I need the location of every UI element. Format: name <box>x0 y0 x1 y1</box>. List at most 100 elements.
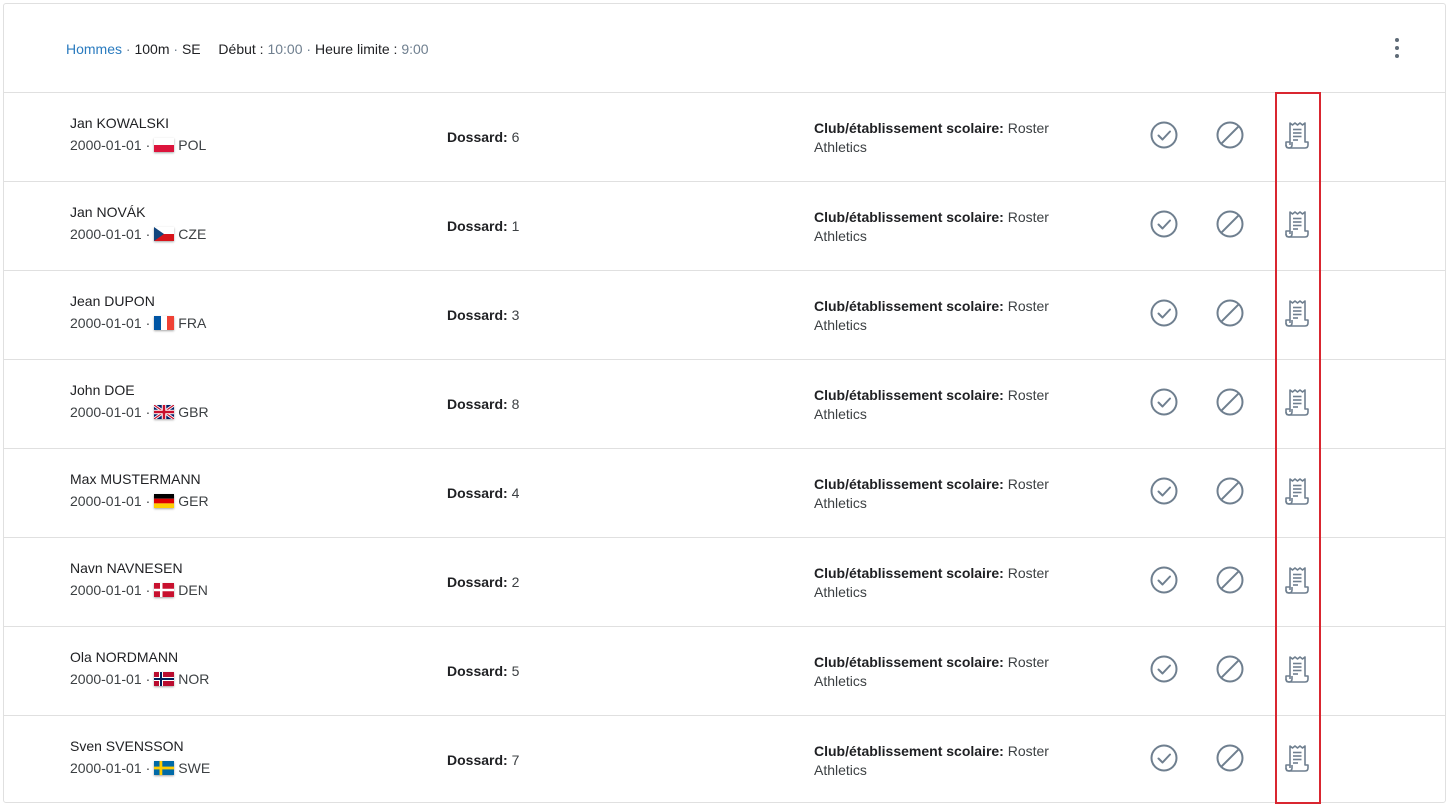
separator: · <box>145 582 151 598</box>
check-circle-icon[interactable] <box>1149 387 1179 417</box>
start-label: Début <box>218 41 256 57</box>
bib-value: 7 <box>511 752 520 768</box>
receipt-icon[interactable] <box>1282 564 1312 596</box>
athlete-dob: 2000-01-01 <box>70 760 142 776</box>
club-label: Club/établissement scolaire: <box>814 743 1004 759</box>
athlete-list: Jan KOWALSKI 2000-01-01 · POL Dossard: 6… <box>4 93 1445 805</box>
check-circle-icon[interactable] <box>1149 120 1179 150</box>
bib-label: Dossard: <box>447 129 508 145</box>
event-age-group: SE <box>181 41 201 57</box>
club-label: Club/établissement scolaire: <box>814 565 1004 581</box>
athlete-meta: 2000-01-01 · GER <box>70 492 209 510</box>
flag-den-icon <box>154 583 175 597</box>
bib-value: 2 <box>511 574 520 590</box>
athlete-row: John DOE 2000-01-01 · GBR Dossard: 8 Clu… <box>4 360 1445 449</box>
athlete-name: Navn NAVNESEN <box>70 560 183 576</box>
athlete-meta: 2000-01-01 · POL <box>70 136 206 154</box>
club-label: Club/établissement scolaire: <box>814 654 1004 670</box>
club-label: Club/établissement scolaire: <box>814 209 1004 225</box>
bib-number: Dossard: 3 <box>447 306 519 324</box>
club-info: Club/établissement scolaire: Roster Athl… <box>814 564 1084 602</box>
event-title: Hommes · 100m · SE Début : 10:00 · Heure… <box>66 40 429 58</box>
separator: · <box>122 41 135 57</box>
athlete-name: John DOE <box>70 382 135 398</box>
bib-value: 5 <box>511 663 520 679</box>
flag-swe-icon <box>154 761 175 775</box>
block-icon[interactable] <box>1215 120 1245 150</box>
athlete-country: DEN <box>178 582 208 598</box>
separator: · <box>145 760 151 776</box>
check-circle-icon[interactable] <box>1149 476 1179 506</box>
athlete-country: NOR <box>178 671 210 687</box>
start-time: 10:00 <box>267 41 303 57</box>
receipt-icon[interactable] <box>1282 208 1312 240</box>
club-info: Club/établissement scolaire: Roster Athl… <box>814 386 1084 424</box>
athlete-row: Jean DUPON 2000-01-01 · FRA Dossard: 3 C… <box>4 271 1445 360</box>
receipt-icon[interactable] <box>1282 386 1312 418</box>
athlete-meta: 2000-01-01 · SWE <box>70 759 210 777</box>
athlete-meta: 2000-01-01 · DEN <box>70 581 208 599</box>
bib-number: Dossard: 4 <box>447 484 519 502</box>
block-icon[interactable] <box>1215 298 1245 328</box>
bib-label: Dossard: <box>447 307 508 323</box>
more-vertical-icon[interactable] <box>1384 33 1410 63</box>
athlete-dob: 2000-01-01 <box>70 137 142 153</box>
bib-label: Dossard: <box>447 574 508 590</box>
club-label: Club/établissement scolaire: <box>814 476 1004 492</box>
athlete-meta: 2000-01-01 · GBR <box>70 403 209 421</box>
club-label: Club/établissement scolaire: <box>814 120 1004 136</box>
athlete-dob: 2000-01-01 <box>70 493 142 509</box>
athlete-dob: 2000-01-01 <box>70 582 142 598</box>
receipt-icon[interactable] <box>1282 297 1312 329</box>
block-icon[interactable] <box>1215 387 1245 417</box>
separator: · <box>145 137 151 153</box>
athlete-country: POL <box>178 137 207 153</box>
club-label: Club/établissement scolaire: <box>814 298 1004 314</box>
athlete-dob: 2000-01-01 <box>70 315 142 331</box>
athlete-dob: 2000-01-01 <box>70 671 142 687</box>
bib-number: Dossard: 8 <box>447 395 519 413</box>
club-info: Club/établissement scolaire: Roster Athl… <box>814 208 1084 246</box>
athlete-country: GER <box>178 493 209 509</box>
receipt-icon[interactable] <box>1282 742 1312 774</box>
athlete-meta: 2000-01-01 · CZE <box>70 225 206 243</box>
event-name: 100m <box>134 41 170 57</box>
receipt-icon[interactable] <box>1282 475 1312 507</box>
block-icon[interactable] <box>1215 476 1245 506</box>
block-icon[interactable] <box>1215 565 1245 595</box>
bib-label: Dossard: <box>447 218 508 234</box>
start-list-card: Hommes · 100m · SE Début : 10:00 · Heure… <box>3 3 1446 805</box>
check-circle-icon[interactable] <box>1149 654 1179 684</box>
flag-gbr-icon <box>154 405 175 419</box>
club-info: Club/établissement scolaire: Roster Athl… <box>814 297 1084 335</box>
athlete-meta: 2000-01-01 · FRA <box>70 314 206 332</box>
bib-label: Dossard: <box>447 485 508 501</box>
bib-number: Dossard: 5 <box>447 662 519 680</box>
deadline-time: 9:00 <box>401 41 429 57</box>
receipt-icon[interactable] <box>1282 653 1312 685</box>
athlete-name: Jean DUPON <box>70 293 155 309</box>
separator: · <box>145 315 151 331</box>
block-icon[interactable] <box>1215 743 1245 773</box>
flag-pol-icon <box>154 138 175 152</box>
check-circle-icon[interactable] <box>1149 743 1179 773</box>
receipt-icon[interactable] <box>1282 119 1312 151</box>
bib-number: Dossard: 6 <box>447 128 519 146</box>
block-icon[interactable] <box>1215 654 1245 684</box>
event-category[interactable]: Hommes <box>66 41 122 57</box>
athlete-country: CZE <box>178 226 207 242</box>
separator: · <box>169 41 182 57</box>
block-icon[interactable] <box>1215 209 1245 239</box>
separator: · <box>145 671 151 687</box>
flag-nor-icon <box>154 672 175 686</box>
club-info: Club/établissement scolaire: Roster Athl… <box>814 475 1084 513</box>
athlete-country: SWE <box>178 760 211 776</box>
check-circle-icon[interactable] <box>1149 565 1179 595</box>
colon: : <box>389 41 402 57</box>
bib-value: 8 <box>511 396 520 412</box>
check-circle-icon[interactable] <box>1149 209 1179 239</box>
check-circle-icon[interactable] <box>1149 298 1179 328</box>
bib-number: Dossard: 1 <box>447 217 519 235</box>
deadline-label: Heure limite <box>314 41 390 57</box>
athlete-row: Sven SVENSSON 2000-01-01 · SWE Dossard: … <box>4 716 1445 805</box>
